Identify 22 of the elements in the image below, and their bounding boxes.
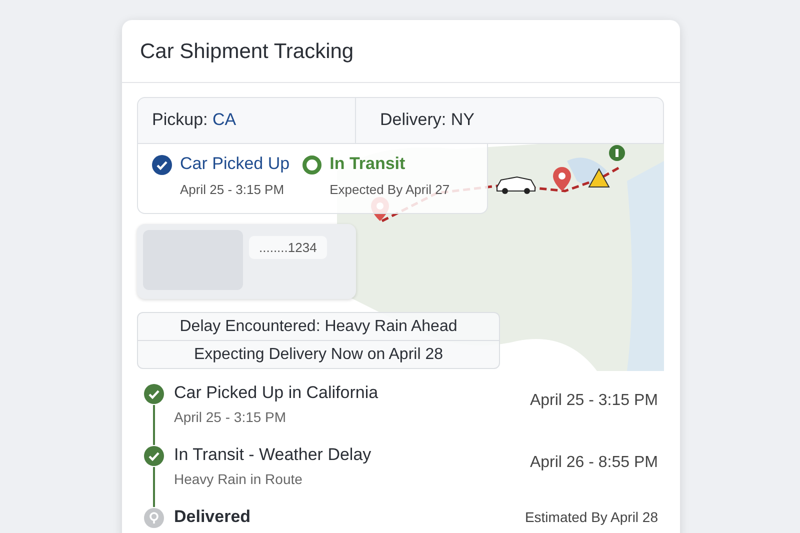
status-detail: Expected By April 27 (330, 180, 450, 199)
event-time: Estimated By April 28 (524, 508, 658, 527)
ring-icon (302, 154, 322, 174)
page-title: Car Shipment Tracking (140, 40, 354, 63)
event-time: April 25 - 3:15 PM (530, 390, 658, 410)
check-circle-icon (152, 154, 172, 174)
pickup-label: Pickup: CA (152, 109, 236, 132)
check-circle-icon (144, 382, 164, 402)
alert-text: Expecting Delivery Now on April 28 (194, 346, 443, 362)
alert-text: Delay Encountered: Heavy Rain Ahead (180, 318, 458, 334)
masked-number-field: ........1234 (249, 236, 327, 259)
event-title: Delivered (174, 506, 251, 526)
event-time: April 26 - 8:55 PM (530, 452, 658, 472)
pin-circle-icon (144, 506, 164, 526)
event-detail: April 25 - 3:15 PM (174, 408, 288, 427)
event-title: In Transit - Weather Delay (174, 444, 372, 464)
status-detail: April 25 - 3:15 PM (180, 180, 286, 199)
status-title: Car Picked Up (180, 154, 290, 174)
status-title: In Transit (330, 154, 406, 174)
event-title: Car Picked Up in California (174, 382, 378, 402)
delivery-label: Delivery: NY (380, 109, 474, 132)
event-detail: Heavy Rain in Route (174, 470, 304, 489)
